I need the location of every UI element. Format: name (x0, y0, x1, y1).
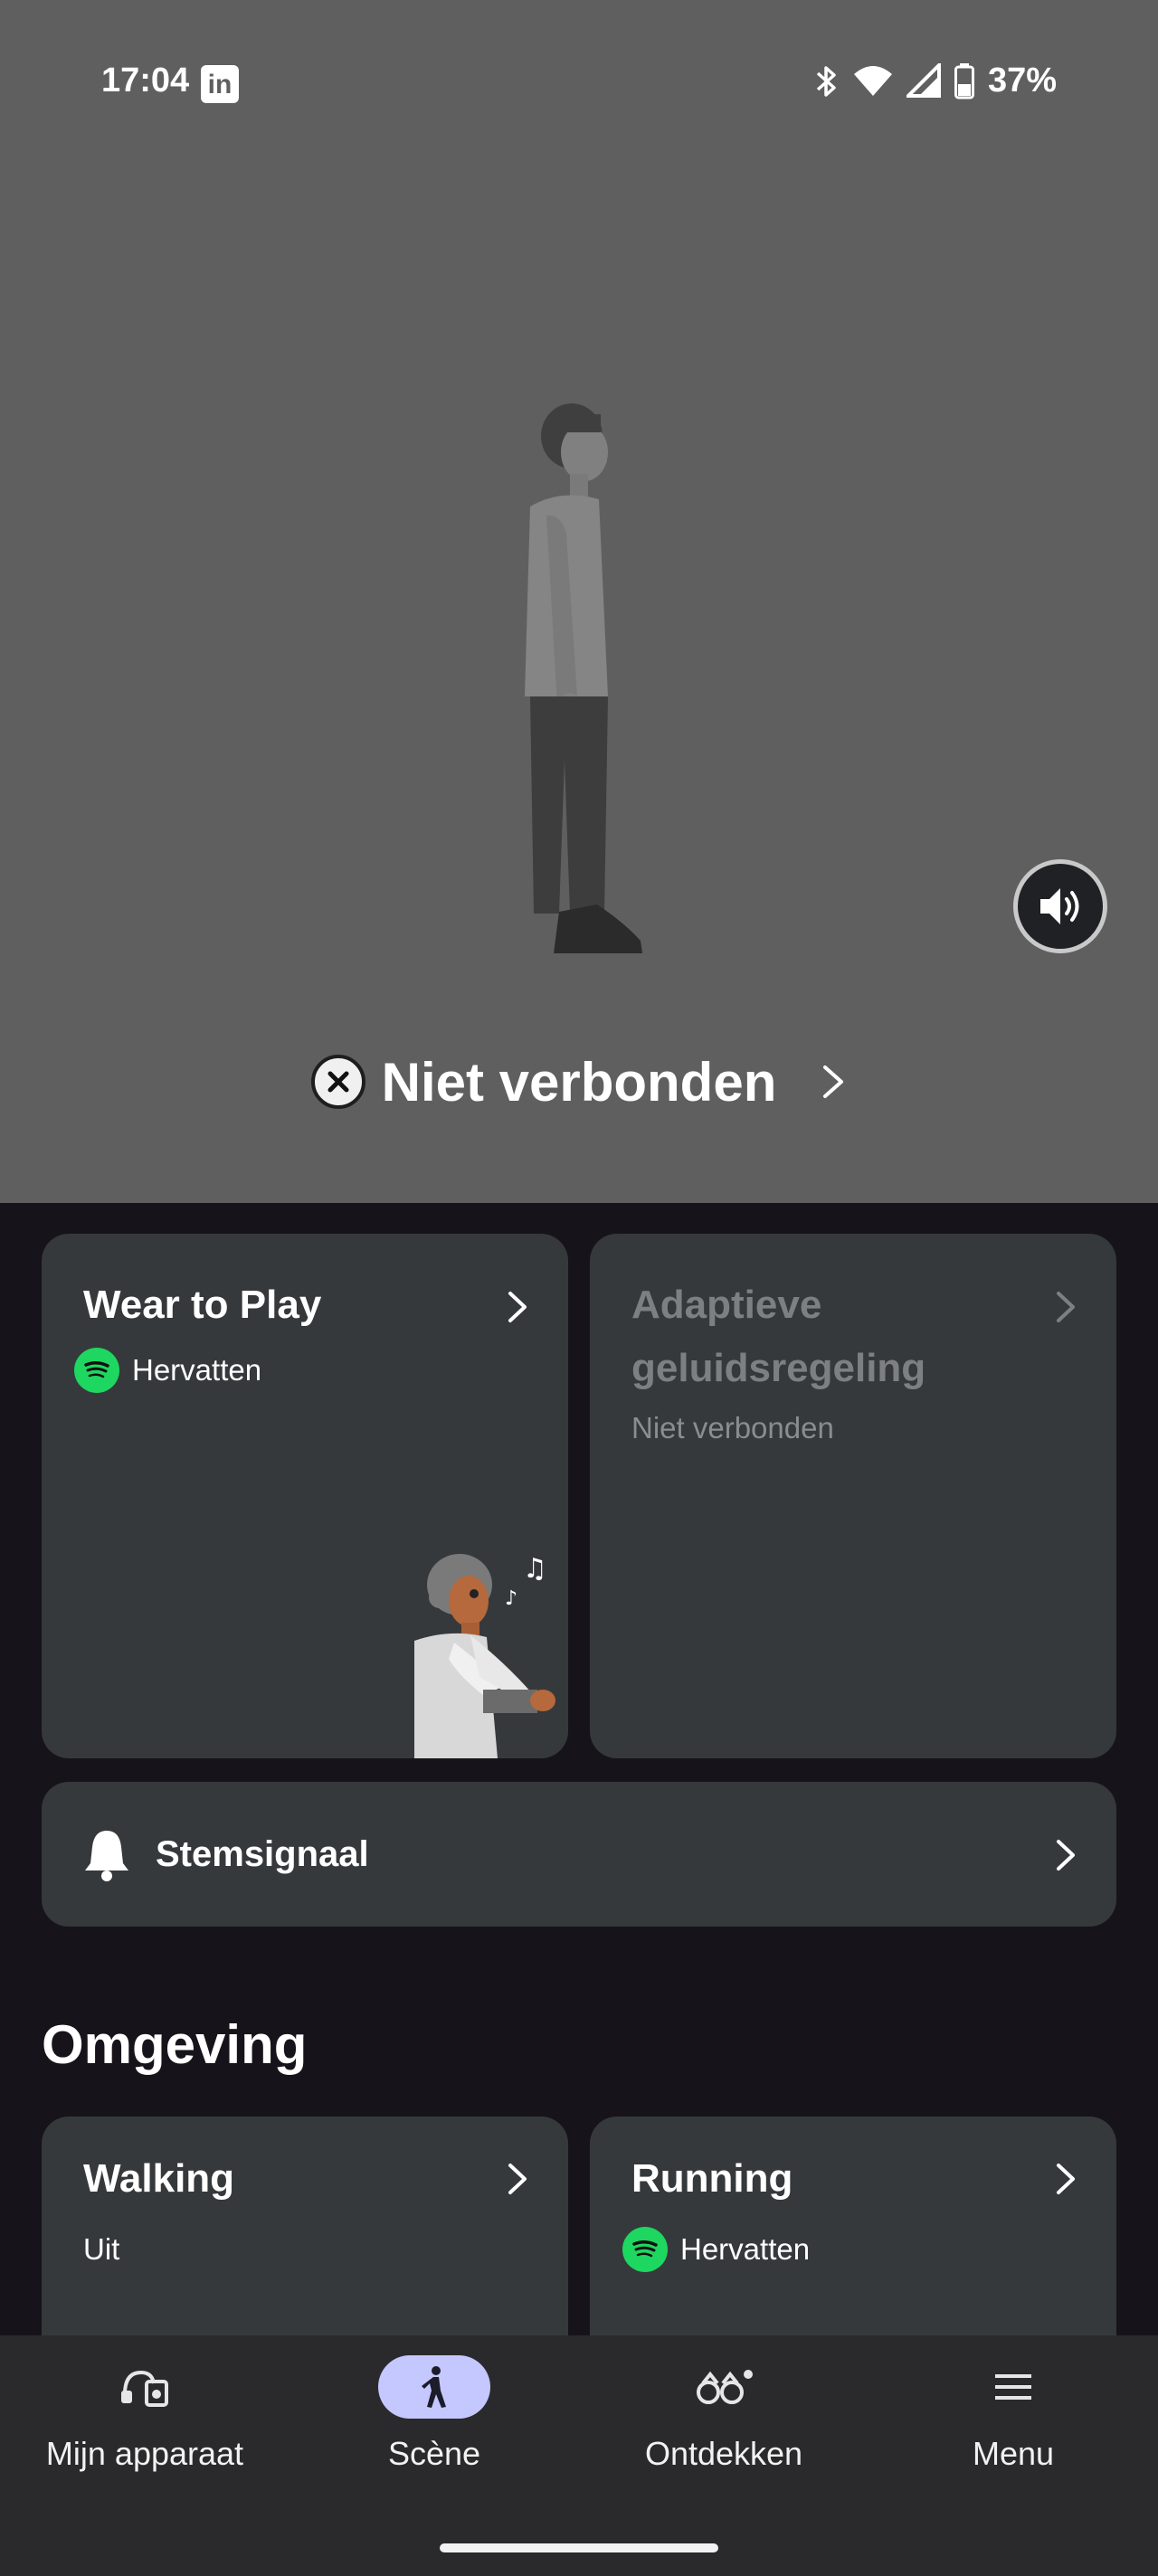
spotify-resume-row[interactable]: Hervatten (74, 1348, 261, 1393)
hamburger-menu-icon (957, 2355, 1069, 2419)
home-indicator[interactable] (440, 2543, 718, 2552)
voice-signal-card[interactable]: Stemsignaal (42, 1782, 1116, 1927)
svg-text:♪: ♪ (505, 1587, 517, 1610)
person-illustration (525, 403, 642, 953)
chevron-right-icon (1057, 1292, 1075, 1322)
spotify-label: Hervatten (680, 2232, 811, 2266)
nav-item-my-device[interactable]: Mijn apparaat (0, 2335, 290, 2516)
connection-status-label: Niet verbonden (381, 1051, 777, 1113)
hero-area: 17:04 in 37% Niet verbonden (0, 0, 1158, 1203)
nav-label: Ontdekken (644, 2435, 803, 2472)
spotify-icon (622, 2227, 668, 2272)
nav-label: Menu (972, 2435, 1055, 2472)
card-title: Wear to Play (83, 1283, 322, 1327)
spotify-label: Hervatten (132, 1353, 262, 1387)
voice-signal-label: Stemsignaal (156, 1833, 369, 1874)
disconnected-icon (310, 1055, 365, 1109)
section-title-omgeving: Omgeving (42, 2014, 308, 2075)
volume-button[interactable] (1013, 859, 1107, 953)
nav-label: Scène (387, 2435, 481, 2472)
wifi-icon (853, 65, 892, 96)
card-subtitle: Uit (83, 2232, 120, 2266)
status-bar: 17:04 in 37% (0, 54, 1158, 118)
wear-to-play-card[interactable]: Wear to Play Hervatten ♫ ♪ (42, 1234, 568, 1758)
headphones-device-icon (89, 2355, 201, 2419)
status-time: 17:04 (101, 62, 190, 99)
card-title-line1: Adaptieve (631, 1283, 822, 1327)
linkedin-icon: in (201, 65, 239, 103)
card-title-line2: geluidsregeling (631, 1346, 926, 1390)
bottom-navigation: Mijn apparaat Scène Ontdekken Menu (0, 2335, 1158, 2576)
battery-percentage: 37% (987, 62, 1057, 99)
svg-text:♫: ♫ (523, 1553, 547, 1585)
spotify-icon (74, 1348, 119, 1393)
connection-status-row[interactable]: Niet verbonden (0, 1049, 1158, 1114)
card-title: Running (631, 2156, 793, 2201)
signal-icon (906, 62, 941, 98)
voice-signal-row: Stemsignaal (83, 1782, 369, 1927)
bluetooth-icon (816, 65, 836, 97)
nav-label: Mijn apparaat (45, 2435, 244, 2472)
card-subtitle: Niet verbonden (631, 1411, 834, 1444)
nav-item-discover[interactable]: Ontdekken (579, 2335, 868, 2516)
wear-to-play-illustration: ♫ ♪ (414, 1553, 555, 1758)
chevron-right-icon (1057, 2164, 1075, 2194)
spotify-resume-row[interactable]: Hervatten (622, 2227, 810, 2272)
bell-icon (85, 1831, 128, 1881)
battery-icon (954, 62, 974, 99)
walking-person-icon (378, 2355, 490, 2419)
nav-item-menu[interactable]: Menu (868, 2335, 1158, 2516)
chevron-right-icon (508, 1292, 527, 1322)
nav-item-scene[interactable]: Scène (290, 2335, 579, 2516)
chevron-right-icon (1057, 1840, 1075, 1870)
chevron-right-icon (823, 1065, 844, 1098)
chevron-right-icon (508, 2164, 527, 2194)
card-title: Walking (83, 2156, 235, 2201)
status-icons: 37% (812, 62, 1057, 100)
speaker-icon (1040, 888, 1079, 924)
binoculars-icon (668, 2355, 780, 2419)
adaptive-sound-card[interactable]: Adaptieve geluidsregeling Niet verbonden (590, 1234, 1116, 1758)
